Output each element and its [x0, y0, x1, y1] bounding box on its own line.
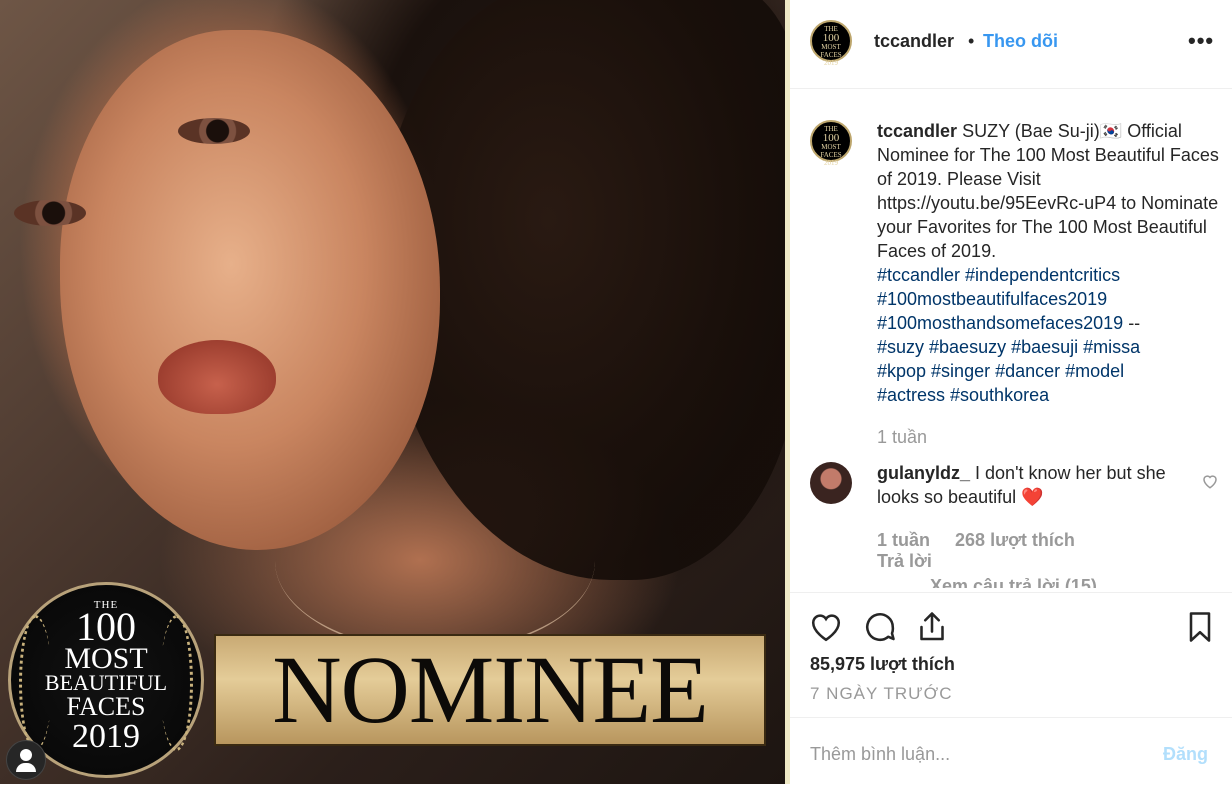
- post-comment-button[interactable]: Đăng: [1163, 744, 1208, 765]
- avatar-text-2: 100: [822, 132, 840, 144]
- hashtags-line-3-suffix: --: [1123, 313, 1141, 333]
- author-username[interactable]: tccandler: [874, 31, 954, 52]
- like-heart-icon[interactable]: [808, 609, 844, 645]
- add-comment-bar: Thêm bình luận... Đăng: [790, 717, 1232, 785]
- hashtags-line-6[interactable]: #actress #southkorea: [877, 385, 1049, 405]
- post-image[interactable]: THE 100 MOST BEAUTIFUL FACES 2019 NOMINE…: [0, 0, 785, 784]
- badge-line-3: MOST: [64, 642, 148, 675]
- separator-dot: •: [968, 31, 975, 51]
- comment-meta: 1 tuần 268 lượt thích: [877, 530, 1075, 551]
- comment-likes[interactable]: 268 lượt thích: [955, 530, 1075, 550]
- likes-count[interactable]: 85,975 lượt thích: [810, 654, 955, 675]
- caption-body: Official Nominee for The 100 Most Beauti…: [877, 121, 1219, 261]
- eye-right-shape: [178, 118, 250, 144]
- share-icon[interactable]: [914, 609, 950, 645]
- caption-avatar[interactable]: THE 100 MOST FACES 2019: [810, 120, 852, 167]
- tagged-user-icon[interactable]: [6, 740, 46, 780]
- avatar-text-4: FACES: [820, 51, 842, 59]
- caption-time[interactable]: 1 tuần: [877, 425, 1222, 449]
- comment-input[interactable]: Thêm bình luận...: [810, 744, 950, 765]
- action-bar: 85,975 lượt thích 7 NGÀY TRƯỚC: [790, 592, 1232, 718]
- post-date[interactable]: 7 NGÀY TRƯỚC: [810, 684, 953, 704]
- badge-line-2: 100: [76, 604, 136, 649]
- lips-shape: [158, 340, 276, 414]
- view-replies-button[interactable]: Xem câu trả lời (15): [930, 576, 1097, 588]
- commenter-avatar[interactable]: [810, 462, 852, 504]
- badge-line-5: FACES: [66, 692, 146, 721]
- user-head-shape: [20, 749, 32, 761]
- save-bookmark-icon[interactable]: [1182, 609, 1218, 645]
- avatar-text-2: 100: [822, 32, 840, 44]
- follow-button[interactable]: Theo dõi: [983, 31, 1058, 52]
- hashtags-line-2[interactable]: #100mostbeautifulfaces2019: [877, 289, 1107, 309]
- avatar-text-5: 2019: [824, 59, 838, 67]
- user-body-shape: [16, 763, 36, 772]
- comment-like-icon[interactable]: [1201, 472, 1219, 490]
- avatar-text-3: MOST: [821, 43, 841, 51]
- hashtags-line-5[interactable]: #kpop #singer #dancer #model: [877, 361, 1124, 381]
- hashtags-line-1[interactable]: #tccandler #independentcritics: [877, 265, 1120, 285]
- comment-text: gulanyldz_ I don't know her but she look…: [877, 461, 1177, 509]
- eye-left-shape: [14, 200, 86, 226]
- avatar-text-3: MOST: [821, 143, 841, 151]
- comment-bubble-icon[interactable]: [862, 609, 898, 645]
- avatar-text-4: FACES: [820, 151, 842, 159]
- caption-title: SUZY (Bae Su-ji)🇰🇷: [962, 121, 1123, 141]
- author-avatar[interactable]: THE 100 MOST FACES 2019: [810, 20, 852, 67]
- post-sidebar: THE 100 MOST FACES 2019 tccandler • Theo…: [790, 0, 1232, 784]
- reply-button[interactable]: Trả lời: [877, 551, 932, 572]
- post-header: THE 100 MOST FACES 2019 tccandler • Theo…: [790, 0, 1232, 89]
- instagram-post: THE 100 MOST BEAUTIFUL FACES 2019 NOMINE…: [0, 0, 1232, 784]
- caption-username[interactable]: tccandler: [877, 121, 957, 141]
- more-options-icon[interactable]: •••: [1188, 28, 1214, 54]
- necklace-shape: [275, 470, 595, 652]
- post-caption: tccandler SUZY (Bae Su-ji)🇰🇷 Official No…: [877, 119, 1222, 449]
- commenter-username[interactable]: gulanyldz_: [877, 463, 970, 483]
- hashtags-line-3[interactable]: #100mosthandsomefaces2019: [877, 313, 1123, 333]
- avatar-text-5: 2019: [824, 159, 838, 167]
- comment-time[interactable]: 1 tuần: [877, 530, 930, 550]
- nominee-banner: NOMINEE: [214, 634, 766, 746]
- hashtags-line-4[interactable]: #suzy #baesuzy #baesuji #missa: [877, 337, 1140, 357]
